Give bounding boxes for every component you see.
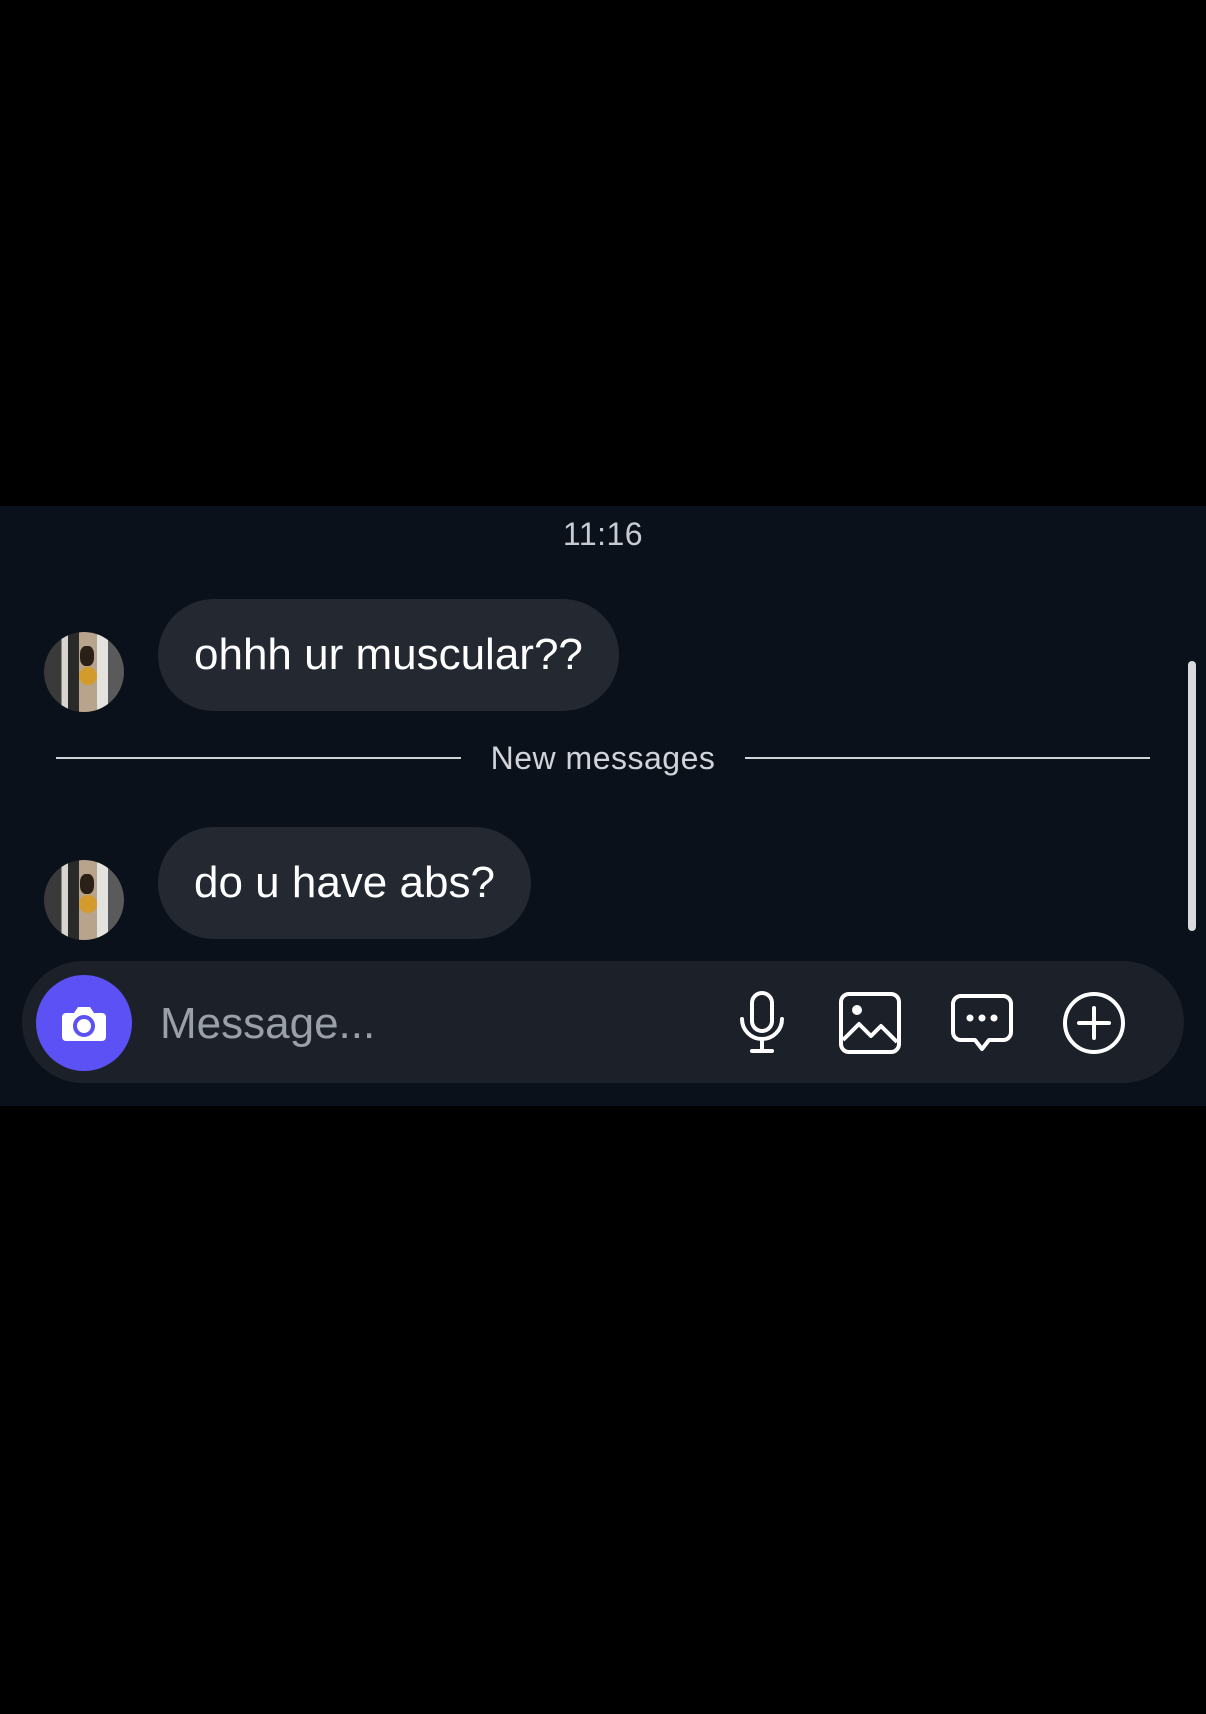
sticker-button[interactable] <box>948 989 1016 1057</box>
message-input[interactable] <box>158 985 722 1063</box>
chat-bubble-icon <box>951 994 1013 1051</box>
scrollbar[interactable] <box>1188 661 1196 931</box>
divider-line-left <box>56 757 461 759</box>
microphone-button[interactable] <box>728 989 796 1057</box>
microphone-icon <box>740 991 784 1053</box>
message-row: do u have abs? <box>44 826 531 940</box>
message-composer <box>22 961 1184 1083</box>
gallery-button[interactable] <box>836 989 904 1057</box>
new-messages-label: New messages <box>490 739 716 776</box>
more-button[interactable] <box>1060 989 1128 1057</box>
message-bubble[interactable]: do u have abs? <box>158 827 531 939</box>
chat-thread[interactable]: 11:16 ohhh ur muscular?? New messages do… <box>0 506 1206 1106</box>
avatar[interactable] <box>44 860 124 940</box>
message-timestamp: 11:16 <box>562 516 644 552</box>
new-messages-divider: New messages <box>56 738 1150 778</box>
message-bubble[interactable]: ohhh ur muscular?? <box>158 599 619 711</box>
screen: 11:16 ohhh ur muscular?? New messages do… <box>0 0 1206 1714</box>
image-icon <box>839 992 901 1054</box>
camera-icon <box>62 1007 106 1041</box>
camera-button[interactable] <box>36 975 132 1071</box>
plus-circle-icon <box>1063 992 1125 1054</box>
divider-line-right <box>745 757 1150 759</box>
message-row: ohhh ur muscular?? <box>44 598 619 712</box>
avatar[interactable] <box>44 632 124 712</box>
